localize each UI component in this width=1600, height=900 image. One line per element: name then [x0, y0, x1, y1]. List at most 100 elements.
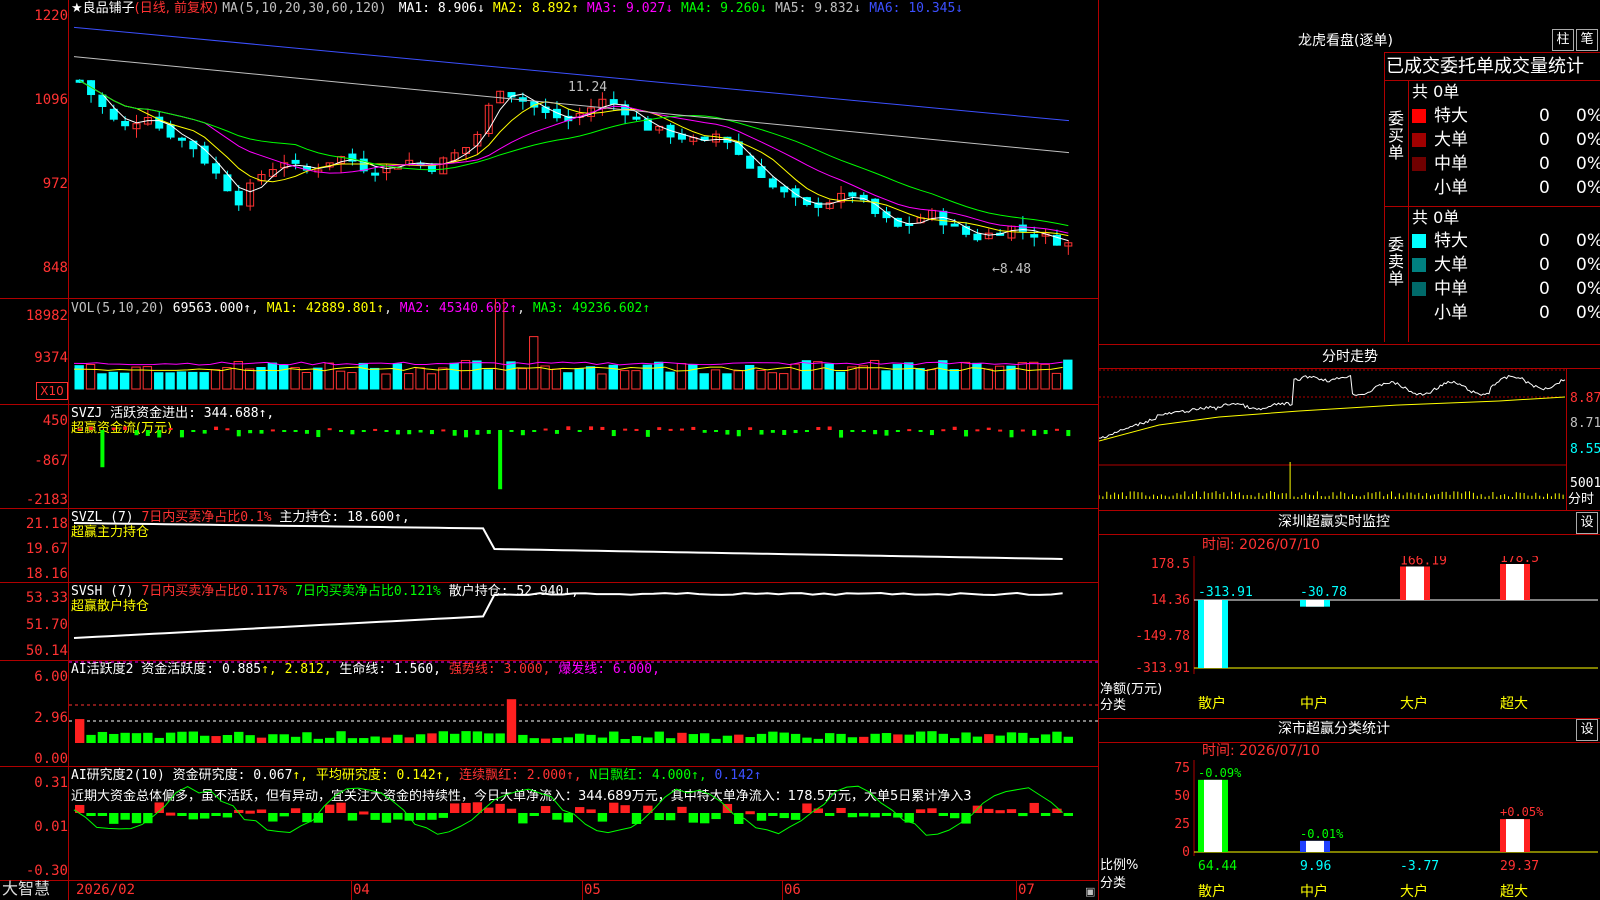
activity-bar [711, 738, 721, 743]
volume-bar [574, 368, 584, 390]
classify-chart[interactable]: 75 50 25 0 -0.09% 64.44 散户 -0.01% 9.96 中户 -3.77 大户 +… [1098, 760, 1600, 900]
candle [757, 166, 766, 178]
research-bar [915, 809, 926, 813]
activity-bar [165, 732, 176, 743]
volume-bar [892, 364, 903, 390]
flow-bar [793, 430, 798, 434]
monitor-settings-button[interactable]: 设 [1576, 512, 1598, 534]
research-bar [575, 807, 585, 813]
research-bar [484, 807, 494, 813]
research-bar [279, 813, 289, 817]
date-tick: 04 [353, 882, 370, 898]
activity-bar [131, 733, 142, 743]
activity-bar [211, 736, 221, 743]
activity-bar [745, 737, 755, 743]
flow-bar [941, 429, 946, 432]
sell-orders-label: 委卖单 [1388, 235, 1405, 288]
volume-bar [381, 373, 391, 390]
date-sep [1016, 880, 1017, 900]
ai-research-chart[interactable] [69, 767, 1098, 880]
monitor-chart[interactable]: 178.5 14.36 -149.78 -313.91 -313.91 散户 -30.78 中… [1098, 556, 1600, 716]
price-line [1099, 374, 1566, 439]
flow-bar [316, 430, 321, 438]
svzj-tick: -2183 [25, 492, 68, 508]
order-size-label: 中单 [1434, 154, 1468, 174]
flow-bar [304, 430, 309, 434]
classify-category: 超大 [1500, 884, 1528, 900]
flow-bar [475, 430, 480, 435]
flow-bar [759, 430, 764, 435]
volume-bar [938, 360, 948, 390]
volume-bar [517, 368, 528, 390]
brand-label[interactable]: 大智慧 [2, 881, 50, 897]
research-bar [745, 811, 755, 815]
order-count: 0 [1539, 255, 1550, 275]
activity-bar [927, 731, 937, 743]
monitor-ylabel: 净额(万元) [1100, 682, 1163, 697]
flow-bar [975, 429, 980, 432]
research-bar [950, 813, 960, 819]
svsh-chart[interactable] [69, 583, 1098, 660]
monitor-tick: 14.36 [1151, 593, 1190, 608]
volume-bar [619, 370, 630, 390]
classify-category: 大户 [1400, 883, 1428, 900]
volume-bar [563, 372, 573, 390]
bar-mode-button[interactable]: 柱 [1552, 29, 1574, 51]
flow-bar [748, 427, 753, 430]
classify-ylabel: 比例% [1100, 858, 1139, 873]
flow-bar [123, 426, 128, 430]
lock-icon[interactable]: ▣ [1085, 884, 1095, 899]
volume-bar [983, 368, 993, 390]
classify-settings-button[interactable]: 设 [1576, 719, 1598, 741]
monitor-bar-label: -30.78 [1300, 585, 1347, 600]
flow-bar [714, 430, 719, 432]
activity-bar [586, 734, 596, 743]
dragon-title: 龙虎看盘(逐单) [1298, 33, 1393, 49]
candle [848, 192, 857, 197]
date-sep [582, 880, 583, 900]
ai2-tick: -0.30 [25, 863, 68, 879]
intraday-chart[interactable] [1099, 369, 1567, 509]
order-color-swatch [1412, 109, 1426, 123]
svzl-chart[interactable] [69, 509, 1098, 582]
ma-line [73, 26, 1070, 122]
activity-bar [847, 737, 858, 743]
order-size-label: 小单 [1434, 303, 1468, 323]
order-size-label: 小单 [1434, 178, 1468, 198]
monitor-bar-label: 178.5 [1500, 556, 1539, 566]
flow-bar [668, 428, 673, 431]
sep [1098, 534, 1600, 535]
flow-bar [986, 427, 991, 430]
volume-bar [108, 371, 118, 390]
tick-mode-button[interactable]: 笔 [1576, 29, 1598, 51]
price-tick: 1096 [34, 92, 68, 108]
flow-bar [509, 430, 514, 432]
activity-bar [654, 731, 664, 743]
ai-activity-chart[interactable] [69, 661, 1098, 766]
flow-bar [611, 430, 616, 437]
volume-bar [722, 373, 732, 390]
activity-bar [120, 732, 130, 743]
research-bar [1018, 813, 1028, 817]
svzj-chart[interactable] [69, 405, 1098, 508]
volume-chart[interactable] [69, 299, 1098, 404]
activity-bar [268, 734, 278, 743]
activity-bar [904, 734, 914, 743]
flow-bar [850, 430, 855, 432]
order-percent: 0% [1576, 303, 1600, 323]
sep [1384, 52, 1385, 342]
activity-bar [97, 731, 108, 743]
flow-bar [964, 430, 969, 437]
research-bar [654, 813, 664, 821]
order-percent: 0% [1576, 255, 1600, 275]
activity-bar [450, 733, 460, 743]
date-axis-line [0, 880, 1098, 881]
activity-bar [915, 731, 926, 743]
order-count: 0 [1539, 231, 1550, 251]
volume-bar [756, 369, 766, 390]
volume-bar [222, 367, 232, 390]
classify-category: 中户 [1300, 883, 1328, 900]
activity-bar [552, 737, 562, 743]
candlestick-chart[interactable] [69, 14, 1098, 298]
candle [768, 178, 777, 188]
